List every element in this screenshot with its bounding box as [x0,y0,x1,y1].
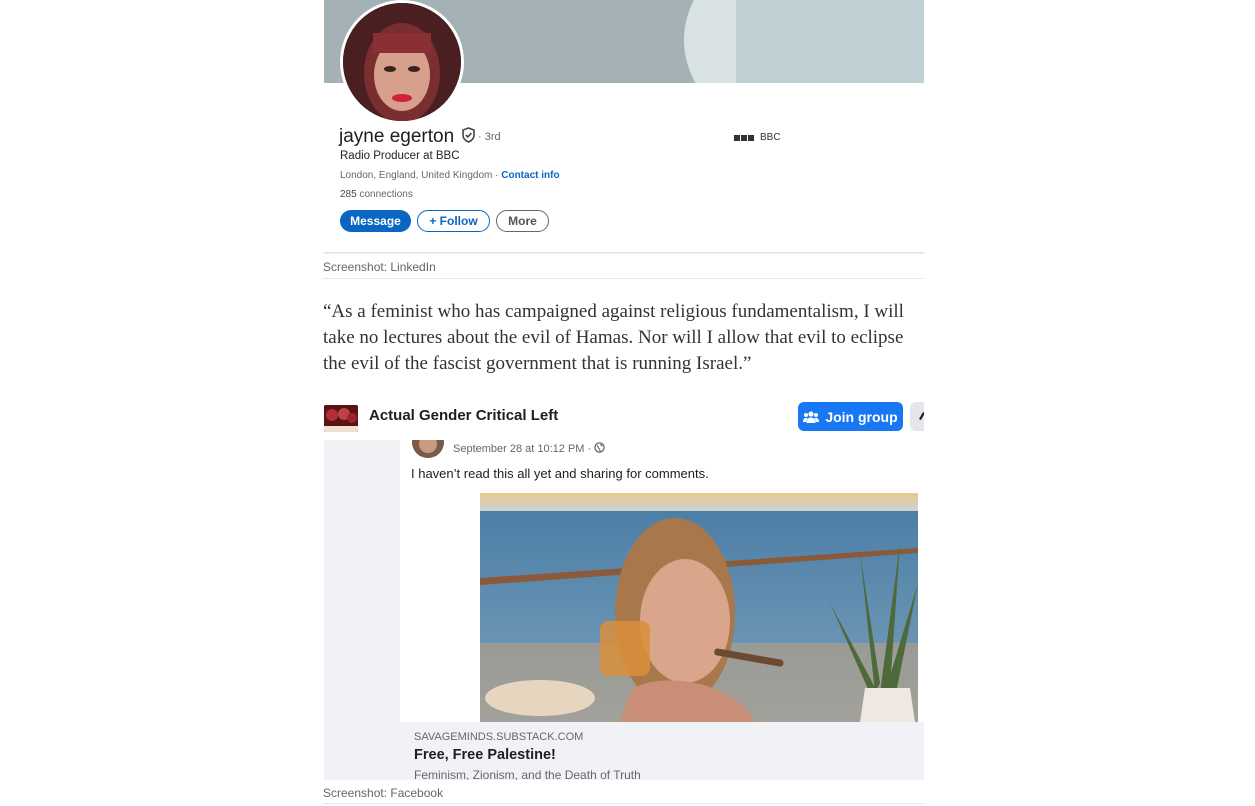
link-domain: SAVAGEMINDS.SUBSTACK.COM [414,731,584,743]
current-company[interactable]: BBC [734,132,781,143]
link-preview-image[interactable] [480,493,918,722]
company-name: BBC [760,132,781,143]
linkedin-profile-card: jayne egerton · 3rd Radio Producer at BB… [324,0,924,253]
profile-avatar[interactable] [340,0,464,124]
post-text: I haven’t read this all yet and sharing … [411,466,709,481]
feed-side-gutter [324,440,400,780]
profile-name: jayne egerton [339,126,476,148]
follow-button[interactable]: + Follow [417,210,490,232]
profile-headline: Radio Producer at BBC [340,150,460,162]
connection-degree: · 3rd [478,131,501,143]
edit-icon [919,412,924,420]
group-thumbnail[interactable] [324,405,358,432]
globe-icon [594,442,605,453]
contact-info-link[interactable]: Contact info [501,170,559,181]
bbc-logo-icon [734,134,754,141]
group-icon [803,410,820,423]
verified-shield-icon [462,127,476,143]
caption-linkedin: Screenshot: LinkedIn [323,260,436,274]
join-group-button[interactable]: Join group [798,402,903,431]
message-button[interactable]: Message [340,210,411,232]
quote-text: “As a feminist who has campaigned agains… [323,301,904,374]
facebook-post-embed: Actual Gender Critical Left Join group S… [324,400,924,780]
divider [323,803,924,804]
divider [323,278,924,279]
caption-facebook: Screenshot: Facebook [323,786,444,800]
link-preview[interactable]: SAVAGEMINDS.SUBSTACK.COM Free, Free Pale… [400,722,924,780]
more-button[interactable]: More [496,210,549,232]
post-card: September 28 at 10:12 PM · I haven’t rea… [400,440,924,780]
link-title[interactable]: Free, Free Palestine! [414,747,556,763]
link-subtitle: Feminism, Zionism, and the Death of Trut… [414,768,641,780]
connections-count: 285 connections [340,189,413,200]
group-more-button[interactable] [910,402,924,431]
profile-location: London, England, United Kingdom · Contac… [340,170,560,181]
post-author-avatar[interactable] [412,440,444,458]
post-timestamp[interactable]: September 28 at 10:12 PM · [453,442,605,455]
group-name[interactable]: Actual Gender Critical Left [369,407,558,424]
